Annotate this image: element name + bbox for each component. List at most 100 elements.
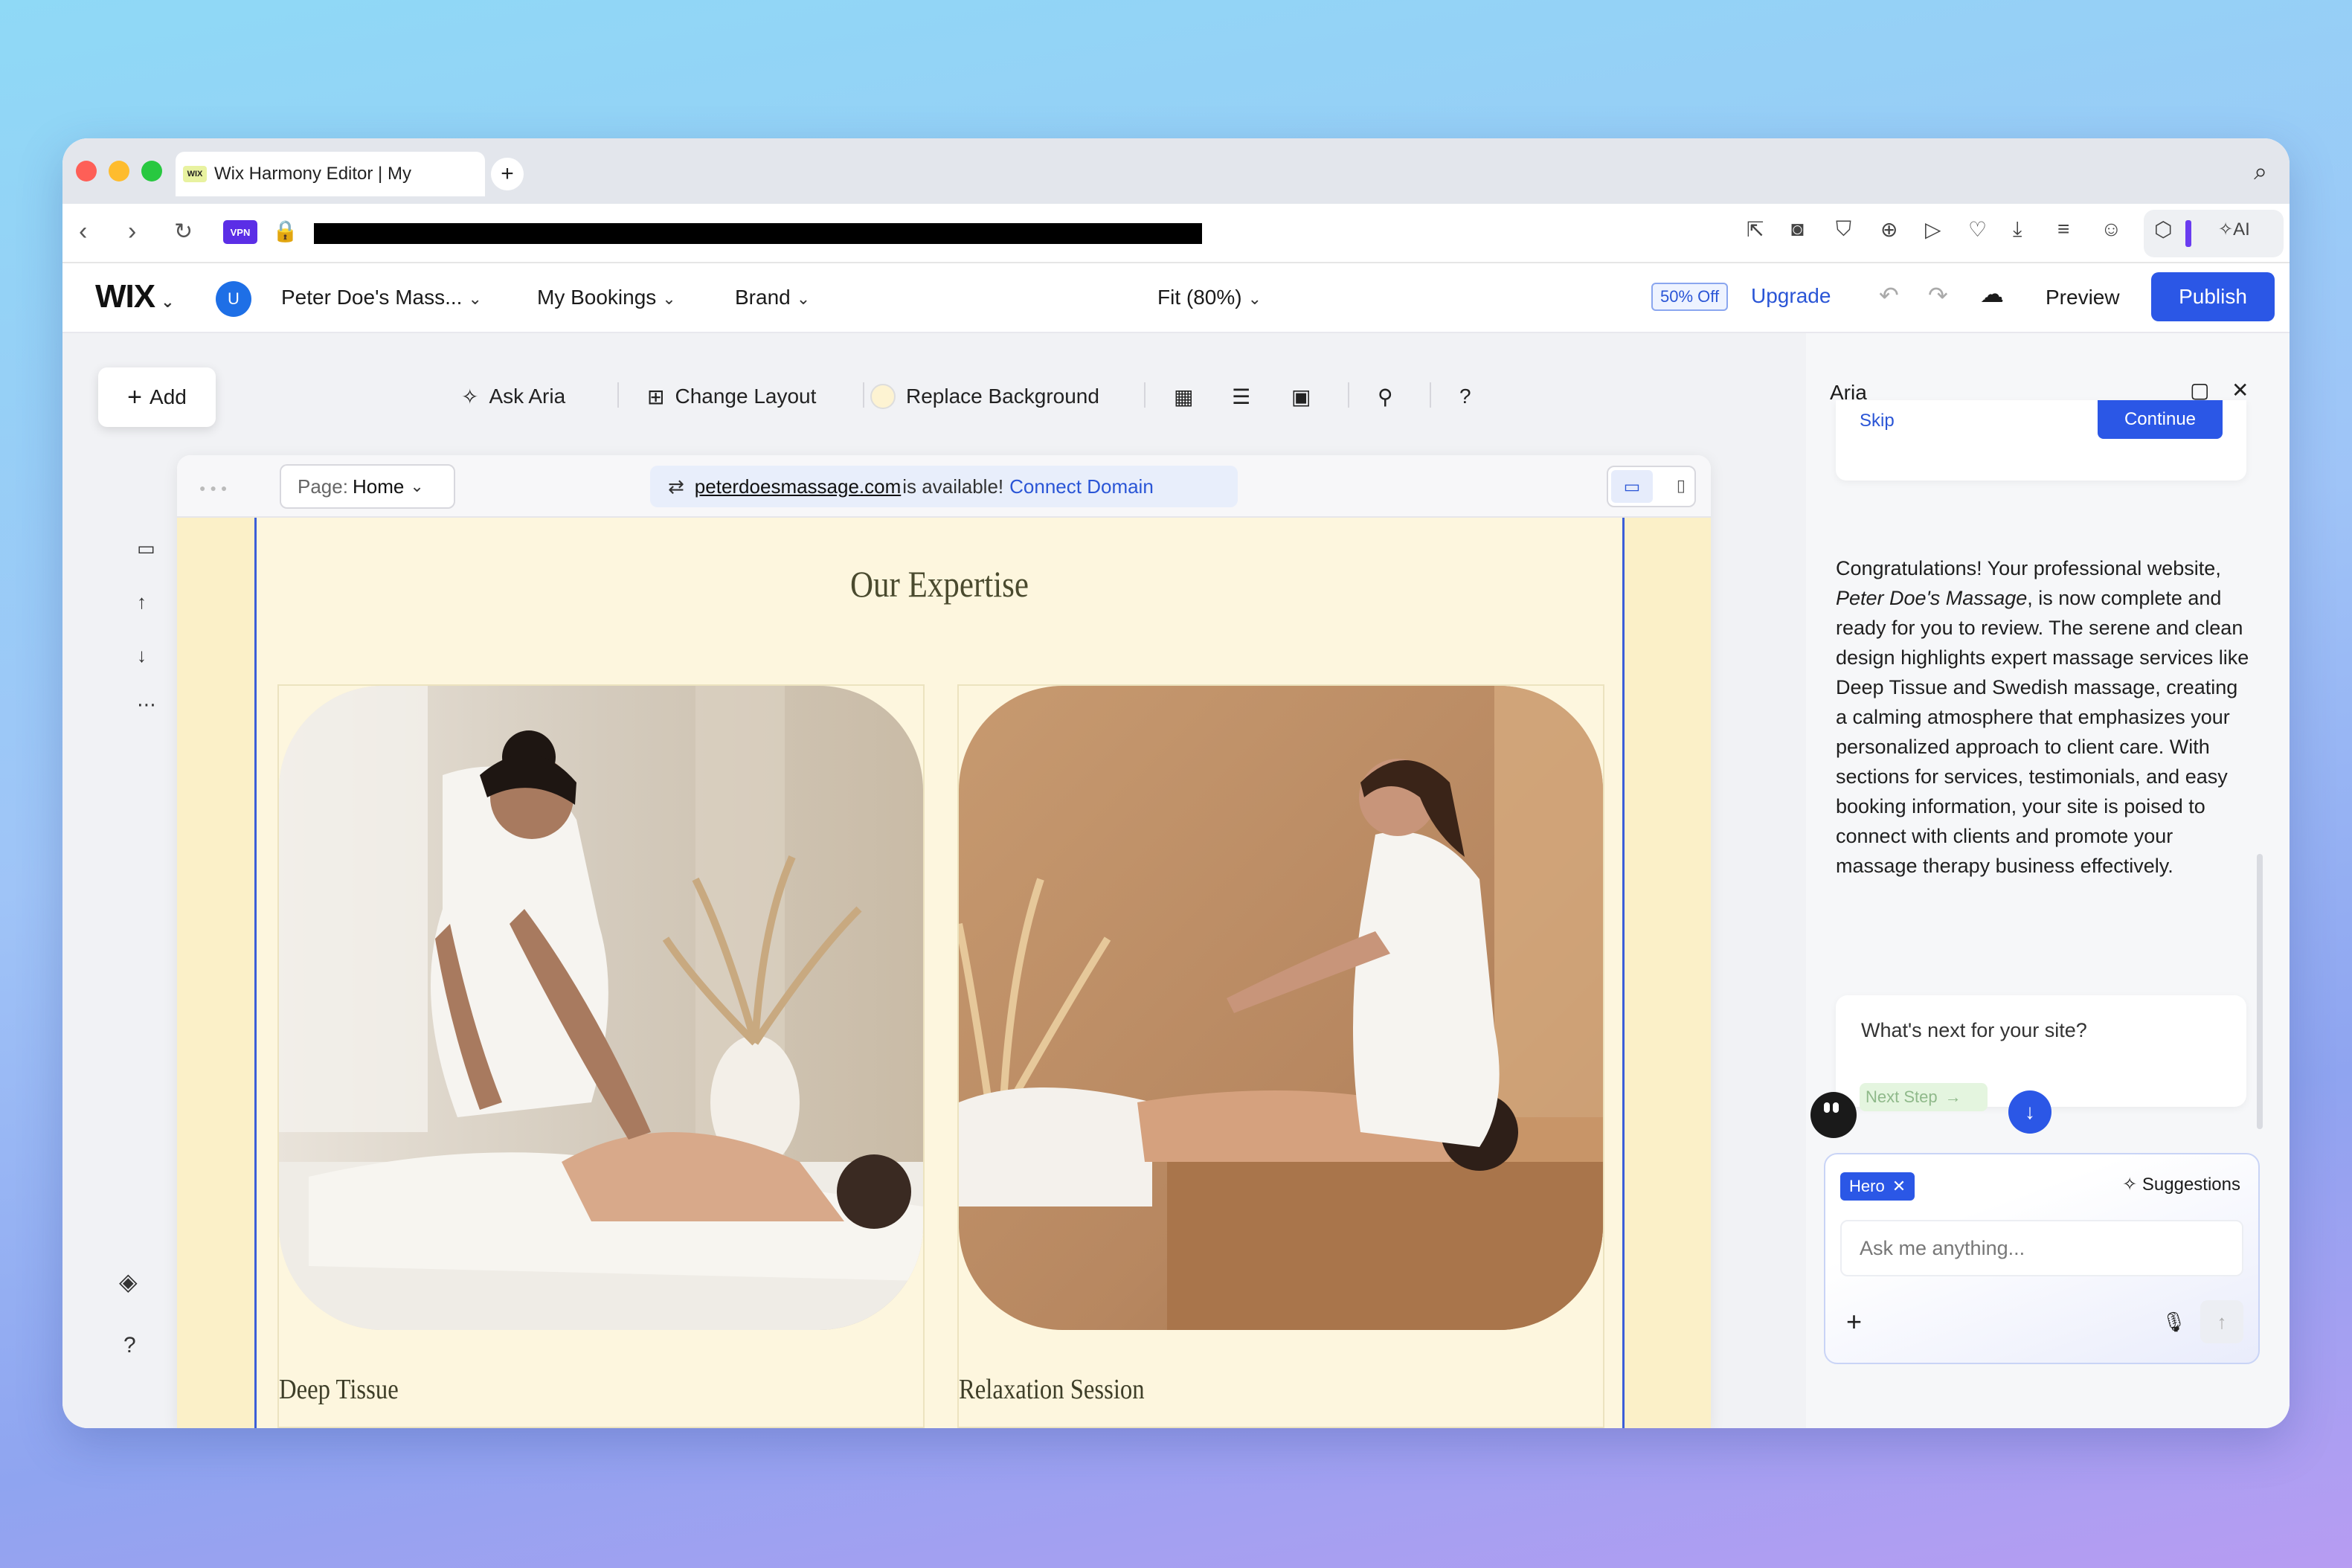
maximize-window-button[interactable] [141,161,162,181]
domain-status: is available! [902,475,1004,498]
microphone-icon[interactable]: 🎙 [2162,1311,2186,1334]
continue-button[interactable]: Continue [2098,400,2223,439]
browser-window: WIX Wix Harmony Editor | My + ⌕ ‹ › ↻ VP… [62,138,2290,1428]
section-settings-icon[interactable]: ▭ [137,537,155,560]
zoom-menu[interactable]: Fit (80%) ⌄ [1157,286,1262,309]
animation-icon[interactable]: ⚲ [1378,385,1393,409]
cube-icon[interactable]: ⬡ [2154,217,2172,242]
service-card[interactable]: Deep Tissue [277,684,925,1428]
site-name-menu[interactable]: Peter Doe's Mass... ⌄ [281,286,482,309]
divider [863,382,864,408]
next-step-button[interactable]: Next Step → [1860,1083,1988,1111]
section-title[interactable]: Our Expertise [353,562,1527,605]
scroll-down-button[interactable]: ↓ [2008,1090,2051,1134]
align-icon[interactable]: ☰ [1232,385,1250,409]
url-field-redacted[interactable] [314,223,1202,244]
domain-banner: ⇄ peterdoesmassage.com is available! Con… [650,466,1238,507]
change-layout-button[interactable]: ⊞ Change Layout [647,385,816,409]
card-title[interactable]: Deep Tissue [279,1373,399,1406]
sparkle-icon: ✧ [461,385,479,408]
page-selector[interactable]: Page: Home ⌄ [280,464,455,509]
redo-icon[interactable]: ↷ [1928,281,1948,309]
menu-lines-icon[interactable]: ≡ [2057,217,2069,241]
discount-badge[interactable]: 50% Off [1651,283,1729,311]
upgrade-link[interactable]: Upgrade [1751,284,1831,308]
arrow-right-icon: → [1944,1087,1961,1106]
service-card[interactable]: Relaxation Session [957,684,1604,1428]
back-icon[interactable]: ‹ [79,217,87,246]
lock-icon[interactable]: 🔒 [272,219,298,243]
mobile-icon[interactable]: ▯ [1677,476,1686,495]
share-icon[interactable]: ⇱ [1747,217,1764,242]
profile-icon[interactable]: ☺ [2101,217,2122,241]
aria-panel: Aria ▢ ✕ Skip Continue Congratulations! … [1806,333,2290,1428]
onboarding-card: Skip Continue [1836,400,2246,481]
chat-scrollbar[interactable] [2257,854,2263,1129]
domain-link[interactable]: peterdoesmassage.com [695,475,901,498]
help-button[interactable]: ? [1459,385,1471,408]
link-icon: ⇄ [668,475,684,498]
translate-icon[interactable]: ⊕ [1880,217,1898,242]
search-tabs-icon[interactable]: ⌕ [2254,158,2267,186]
preview-button[interactable]: Preview [2046,286,2120,309]
address-bar: ‹ › ↻ VPN 🔒 ⇱ ◙ ⛉ ⊕ ▷ ♡ ⤓ ≡ ☺ ⬡ ✧AI [62,204,2290,263]
reload-icon[interactable]: ↻ [174,219,193,245]
move-down-icon[interactable]: ↓ [137,644,147,667]
brand-menu[interactable]: Brand ⌄ [735,286,810,309]
context-chip[interactable]: Hero ✕ [1840,1172,1915,1201]
vpn-badge[interactable]: VPN [223,220,257,244]
camera-icon[interactable]: ◙ [1791,217,1804,241]
chat-history-icon[interactable]: ▢ [2190,378,2209,402]
pattern-icon[interactable]: ▦ [1174,385,1193,409]
massage-image-1 [279,686,923,1330]
remove-chip-icon[interactable]: ✕ [1892,1177,1906,1196]
avatar[interactable]: U [216,281,251,317]
heart-icon[interactable]: ♡ [1968,217,1987,242]
accent-bar [2185,220,2191,247]
canvas-header: ●●● Page: Home ⌄ ⇄ peterdoesmassage.com is… [177,455,1711,518]
massage-image-2 [959,686,1603,1330]
undo-icon[interactable]: ↶ [1879,281,1899,309]
chat-input[interactable]: Ask me anything... [1840,1220,2243,1276]
wix-logo-menu[interactable]: WIX ⌄ [95,278,175,315]
send-button[interactable]: ↑ [2200,1300,2243,1343]
ai-icon[interactable]: ✧AI [2218,219,2250,240]
relaxation-photo[interactable] [959,686,1603,1330]
site-name-emphasis: Peter Doe's Massage [1836,587,2028,609]
publish-button[interactable]: Publish [2151,272,2275,321]
site-canvas: ●●● Page: Home ⌄ ⇄ peterdoesmassage.com is… [177,455,1711,1428]
download-icon[interactable]: ⤓ [2013,217,2022,242]
aria-message: Congratulations! Your professional websi… [1836,557,2249,877]
divider [617,382,619,408]
close-icon[interactable]: ✕ [2231,378,2249,402]
suggestions-button[interactable]: ✧ Suggestions [2122,1174,2240,1195]
deep-tissue-photo[interactable] [279,686,923,1330]
more-options-icon[interactable]: ⋯ [137,693,156,716]
forward-icon[interactable]: › [128,217,136,246]
chat-composer: Hero ✕ ✧ Suggestions Ask me anything... +… [1824,1153,2260,1364]
replace-background-button[interactable]: Replace Background [870,384,1099,409]
help-icon[interactable]: ? [123,1333,136,1358]
shield-icon[interactable]: ⛉ [1836,217,1851,242]
minimize-window-button[interactable] [109,161,129,181]
cloud-save-icon[interactable]: ☁ [1980,280,2004,308]
desktop-icon[interactable]: ▭ [1611,470,1653,503]
new-tab-button[interactable]: + [491,158,524,190]
attach-plus-icon[interactable]: + [1846,1306,1862,1337]
image-layout-icon[interactable]: ▣ [1291,385,1311,409]
connect-domain-link[interactable]: Connect Domain [1009,475,1154,498]
close-window-button[interactable] [76,161,97,181]
skip-button[interactable]: Skip [1860,411,1895,431]
send-icon[interactable]: ▷ [1925,217,1941,242]
card-title[interactable]: Relaxation Session [959,1373,1145,1406]
browser-tab[interactable]: WIX Wix Harmony Editor | My [176,152,485,196]
expertise-section[interactable]: Our Expertise Deep Tissue Relaxation Ses… [254,518,1625,1428]
layers-icon[interactable]: ◈ [119,1267,138,1296]
my-bookings-menu[interactable]: My Bookings ⌄ [537,286,676,309]
divider [1430,382,1431,408]
sparkle-icon: ✧ [2122,1175,2142,1195]
add-button[interactable]: + Add [98,367,216,427]
move-up-icon[interactable]: ↑ [137,591,147,614]
ask-aria-button[interactable]: ✧ Ask Aria [461,385,565,409]
tab-title: Wix Harmony Editor | My [214,164,411,184]
